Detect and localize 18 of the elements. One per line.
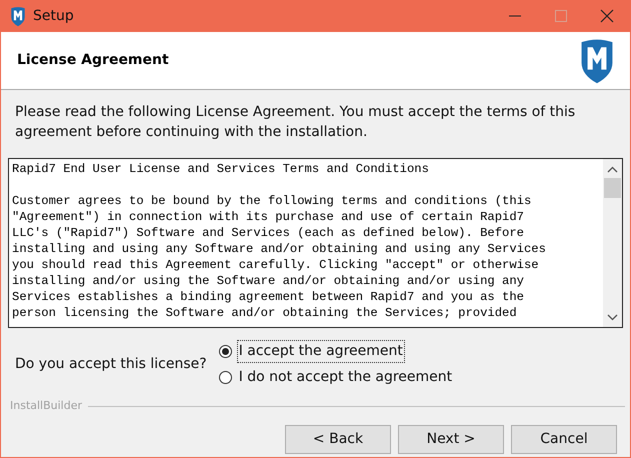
question-label: Do you accept this license? [15,354,207,374]
close-icon[interactable] [598,8,616,24]
wizard-button[interactable]: < Back [285,424,391,454]
instructions-text: Please read the following License Agreement. You must accept the terms of this agreement before continuing with the installation. [15,103,576,142]
scroll-up-icon[interactable] [607,166,618,173]
wizard-button[interactable]: Next > [398,424,504,454]
window-title: Setup [33,6,74,26]
page-title: License Agreement [17,51,169,70]
brand-label: InstallBuilder [10,398,82,414]
license-text: Rapid7 End User License and Services Terms and Conditions Customer agrees to be bound by the following terms and conditions (this "Agreement") in connection with its purchase and use of certain Rapid7 LLC's ("Rapid7") Software and Services (each as defined below). Before installing and using any Software and/or obtaining and using any Services you should read this Agreement carefully. Clicking "accept" or otherwise installing and/or using the Software and/or obtaining and/or using any Services establishes a binding agreement between Rapid7 and you as the person licensing the Software and/or obtaining the Services; provided [11,161,547,322]
radio-label[interactable]: I accept the agreement [238,340,404,362]
scroll-down-icon[interactable] [607,314,618,321]
wizard-button[interactable]: Cancel [511,424,617,454]
radio-button[interactable] [218,370,232,384]
radio-label[interactable]: I do not accept the agreement [238,366,454,388]
app-logo-icon [9,6,27,26]
radio-button[interactable] [218,344,232,358]
scrollbar-thumb[interactable] [604,178,621,198]
